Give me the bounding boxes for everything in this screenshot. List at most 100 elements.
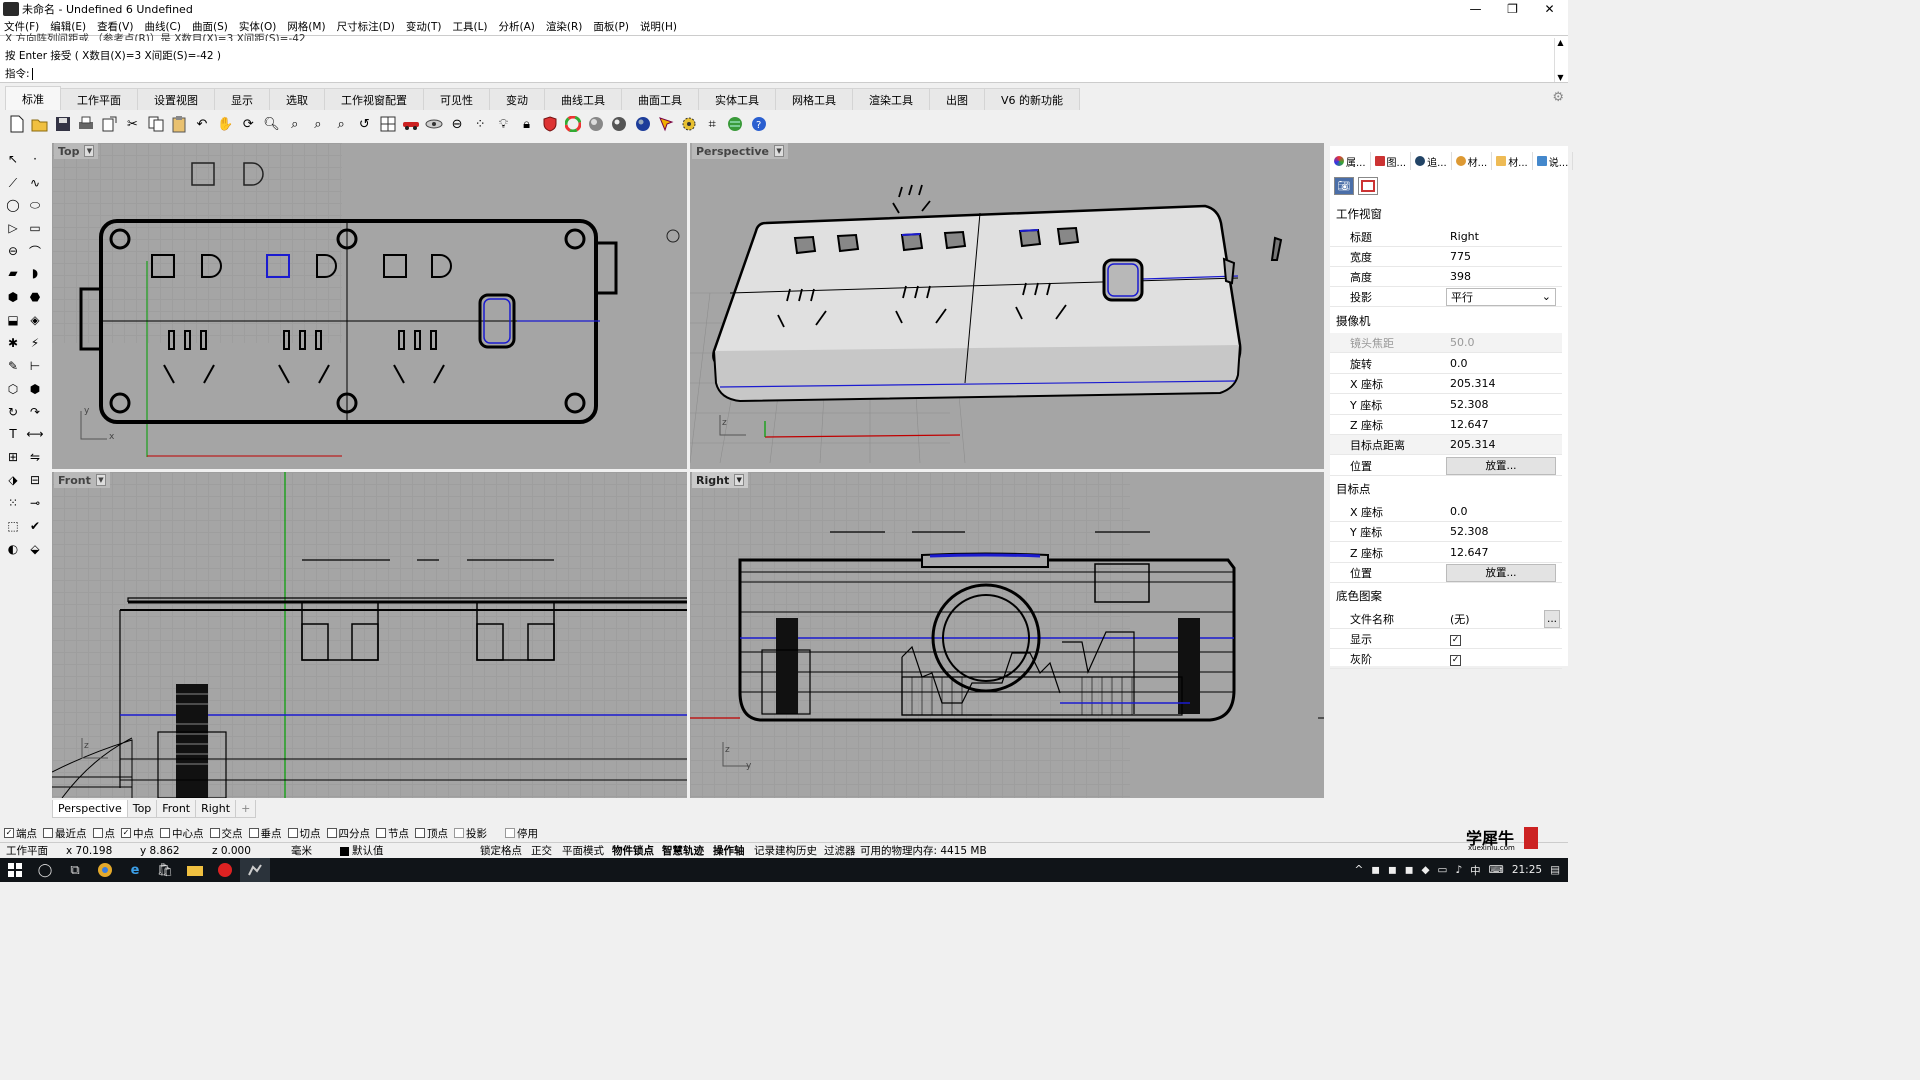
osnap-point[interactable]: 点	[92, 826, 115, 841]
osnap-project[interactable]: 投影	[454, 826, 487, 841]
sphere-render-icon[interactable]	[609, 114, 630, 135]
settings-icon[interactable]	[678, 114, 699, 135]
panel-tab-layers[interactable]: 图...	[1371, 152, 1412, 170]
osnap-near[interactable]: 最近点	[43, 826, 87, 841]
block-icon[interactable]: ⬗	[3, 470, 23, 490]
tab-set-view[interactable]: 设置视图	[137, 88, 215, 110]
chevron-down-icon[interactable]: ▼	[84, 145, 95, 157]
ungroup-icon[interactable]: ⬢	[25, 379, 45, 399]
tab-solid-tools[interactable]: 实体工具	[698, 88, 776, 110]
color-wheel-icon[interactable]	[563, 114, 584, 135]
zoom-extents-icon[interactable]: ⌕	[307, 114, 328, 135]
pan-icon[interactable]: ✋	[215, 114, 236, 135]
zoom-selected-icon[interactable]: ⌕	[331, 114, 352, 135]
points-icon[interactable]: ⁘	[470, 114, 491, 135]
select-filter-icon[interactable]	[655, 114, 676, 135]
search-icon[interactable]: ◯	[30, 858, 60, 882]
rectangle-icon[interactable]: ▭	[25, 218, 45, 238]
clock[interactable]: 21:25	[1512, 864, 1542, 876]
minimize-button[interactable]: —	[1457, 0, 1494, 18]
menu-analyze[interactable]: 分析(A)	[499, 19, 535, 34]
show-checkbox[interactable]: ✓	[1450, 634, 1461, 646]
prop-rotation-value[interactable]: 0.0	[1446, 357, 1562, 370]
check-icon[interactable]: ✔	[25, 516, 45, 536]
osnap-mid[interactable]: ✓ 中点	[121, 826, 154, 841]
sphere-shaded-icon[interactable]	[586, 114, 607, 135]
print-icon[interactable]	[76, 114, 97, 135]
chrome-icon[interactable]	[90, 858, 120, 882]
undo-icon[interactable]: ↶	[192, 114, 213, 135]
grayscale-checkbox[interactable]: ✓	[1450, 654, 1461, 666]
status-grid-snap[interactable]: 锁定格点	[480, 843, 522, 858]
status-smarttrack[interactable]: 智慧轨迹	[662, 843, 704, 858]
menu-transform[interactable]: 变动(T)	[406, 19, 442, 34]
panel-tab-properties[interactable]: 属...	[1330, 152, 1371, 170]
paint-icon[interactable]: ⬙	[25, 539, 45, 559]
panel-tab-library[interactable]: 材...	[1492, 152, 1533, 170]
tab-surface-tools[interactable]: 曲面工具	[621, 88, 699, 110]
tray-app-icon[interactable]: ◼	[1371, 864, 1380, 876]
vp-tab-perspective[interactable]: Perspective	[52, 799, 128, 818]
material-icon[interactable]: ◐	[3, 539, 23, 559]
light-icon[interactable]: 💡︎	[493, 114, 514, 135]
named-view-icon[interactable]	[423, 114, 444, 135]
extrude-icon[interactable]: ⬓	[3, 310, 23, 330]
command-input[interactable]	[32, 67, 1533, 80]
viewport-label-top[interactable]: Top ▼	[54, 143, 99, 159]
rotate-view-icon[interactable]: ⟳	[238, 114, 259, 135]
analyze-icon[interactable]: ⊸	[25, 493, 45, 513]
camera-icon[interactable]: 📷︎	[1334, 177, 1354, 195]
prop-height-value[interactable]: 398	[1446, 270, 1562, 283]
place-target-button[interactable]: 放置...	[1446, 563, 1556, 582]
vp-tab-top[interactable]: Top	[126, 799, 158, 818]
osnap-vertex[interactable]: 顶点	[415, 826, 448, 841]
text-icon[interactable]: T	[3, 424, 23, 444]
osnap-center[interactable]: 中心点	[160, 826, 204, 841]
mirror-icon[interactable]: ⇋	[25, 447, 45, 467]
tray-shield-icon[interactable]: ◆	[1421, 864, 1429, 876]
chevron-down-icon[interactable]: ▼	[774, 145, 785, 157]
projection-select[interactable]: 平行 ⌄	[1446, 287, 1556, 306]
group-icon[interactable]: ⬡	[3, 379, 23, 399]
status-gumball[interactable]: 操作轴	[713, 843, 745, 858]
edge-icon[interactable]: e	[120, 858, 150, 882]
named-cplane-icon[interactable]: ⊖	[447, 114, 468, 135]
status-layer[interactable]: 默认值	[352, 843, 384, 858]
tray-app-icon[interactable]: ◼	[1388, 864, 1397, 876]
browse-file-button[interactable]: ...	[1544, 609, 1560, 628]
menu-dimension[interactable]: 尺寸标注(D)	[337, 19, 395, 34]
osnap-end[interactable]: ✓ 端点	[4, 826, 37, 841]
curve-icon[interactable]: ∿	[25, 173, 45, 193]
ime-indicator[interactable]: 中	[1470, 863, 1481, 878]
help-icon[interactable]: ?	[748, 114, 769, 135]
surface-corner-icon[interactable]: ▰	[3, 263, 23, 283]
status-cplane[interactable]: 工作平面	[6, 843, 48, 858]
prop-width-value[interactable]: 775	[1446, 250, 1562, 263]
car-icon[interactable]	[400, 114, 421, 135]
prop-camera-x-value[interactable]: 205.314	[1446, 377, 1562, 390]
keyboard-icon[interactable]: ⌨	[1489, 864, 1504, 876]
viewport-label-right[interactable]: Right ▼	[692, 472, 749, 488]
cut-icon[interactable]: ✂	[122, 114, 143, 135]
shield-icon[interactable]	[539, 114, 560, 135]
explorer-icon[interactable]	[180, 858, 210, 882]
paste-icon[interactable]	[168, 114, 189, 135]
tab-viewport-layout[interactable]: 工作视窗配置	[324, 88, 424, 110]
status-filter[interactable]: 过滤器	[824, 843, 856, 858]
trim-icon[interactable]: ✎	[3, 356, 23, 376]
polygon-icon[interactable]: ▷	[3, 218, 23, 238]
menu-tools[interactable]: 工具(L)	[452, 19, 487, 34]
globe-icon[interactable]	[725, 114, 746, 135]
explode-icon[interactable]: ✱	[3, 333, 23, 353]
prop-title-value[interactable]: Right	[1446, 230, 1562, 243]
grid-snap-icon[interactable]: ⌗	[702, 114, 723, 135]
tab-select[interactable]: 选取	[269, 88, 325, 110]
prop-target-z-value[interactable]: 12.647	[1446, 546, 1562, 559]
fillet-curve-icon[interactable]: ⌒	[25, 241, 45, 261]
vp-tab-front[interactable]: Front	[156, 799, 197, 818]
prop-camera-z-value[interactable]: 12.647	[1446, 418, 1562, 431]
zoom-icon[interactable]: 🔍︎	[261, 114, 282, 135]
tab-curve-tools[interactable]: 曲线工具	[544, 88, 622, 110]
prop-target-x-value[interactable]: 0.0	[1446, 505, 1562, 518]
curve-from-object-icon[interactable]: ↷	[25, 402, 45, 422]
